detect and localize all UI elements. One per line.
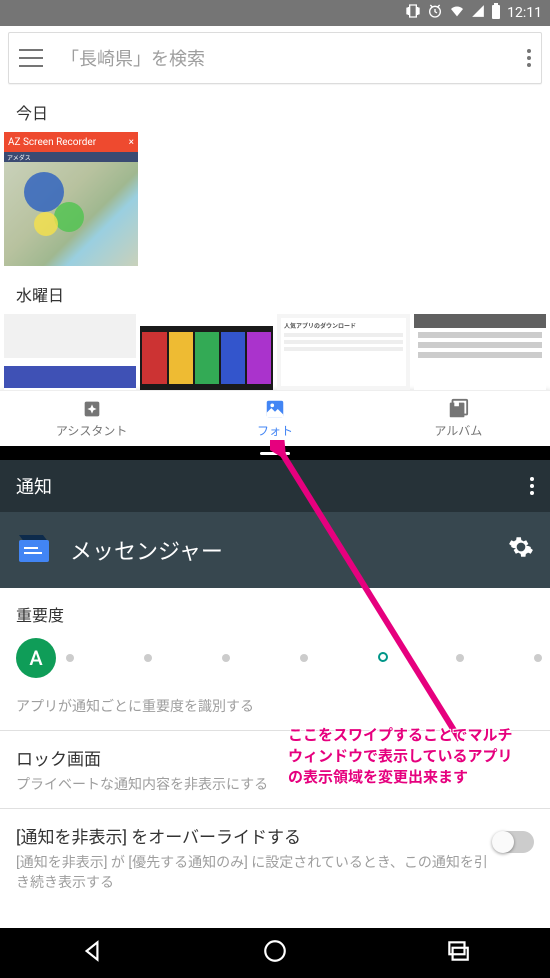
status-time: 12:11 xyxy=(507,5,542,21)
search-bar[interactable]: 「長崎県」を検索 xyxy=(8,32,542,84)
alarm-icon xyxy=(427,3,443,23)
bottom-nav: アシスタント フォト アルバム xyxy=(0,390,550,446)
menu-icon[interactable] xyxy=(19,49,43,67)
photo-thumb[interactable] xyxy=(140,314,272,390)
recents-button[interactable] xyxy=(445,938,471,968)
wifi-icon xyxy=(449,3,465,23)
az-sub: アメダス xyxy=(4,152,138,162)
override-title: [通知を非表示] をオーバーライドする xyxy=(16,823,494,848)
nav-assistant[interactable]: アシスタント xyxy=(0,391,183,446)
status-bar: 12:11 xyxy=(0,0,550,26)
battery-icon xyxy=(491,3,501,23)
toolbar-title: 通知 xyxy=(16,473,52,499)
gear-icon[interactable] xyxy=(508,534,534,566)
annotation-text: ここをスワイプすることでマルチ ウィンドウで表示しているアプリ の表示領域を変更… xyxy=(288,725,513,788)
more-icon[interactable] xyxy=(527,49,531,67)
system-nav xyxy=(0,928,550,978)
back-button[interactable] xyxy=(79,938,105,968)
override-switch[interactable] xyxy=(494,831,534,853)
nav-albums[interactable]: アルバム xyxy=(367,391,550,446)
messenger-icon xyxy=(16,532,52,568)
home-button[interactable] xyxy=(262,938,288,968)
more-icon[interactable] xyxy=(530,477,534,495)
section-today: 今日 xyxy=(16,100,550,124)
az-header: AZ Screen Recorder× xyxy=(4,132,138,152)
override-sub: [通知を非表示] が [優先する通知のみ] に設定されているとき、この通知を引き… xyxy=(16,852,494,892)
section-wednesday: 水曜日 xyxy=(16,282,550,306)
photo-thumb[interactable] xyxy=(4,314,136,390)
signal-icon xyxy=(471,4,485,22)
search-placeholder: 「長崎県」を検索 xyxy=(61,45,527,71)
sparkle-icon xyxy=(81,398,103,420)
app-name: メッセンジャー xyxy=(70,534,223,566)
override-section[interactable]: [通知を非表示] をオーバーライドする [通知を非表示] が [優先する通知のみ… xyxy=(0,809,550,906)
level-badge: A xyxy=(16,638,56,678)
photo-icon xyxy=(264,398,286,420)
photo-thumb[interactable]: 人気アプリのダウンロード xyxy=(277,314,410,390)
nav-photos[interactable]: フォト xyxy=(183,391,366,446)
photo-thumb[interactable]: AZ Screen Recorder× アメダス xyxy=(4,132,138,266)
vibrate-icon xyxy=(405,3,421,23)
annotation-arrow xyxy=(270,440,490,760)
photo-thumb[interactable] xyxy=(414,314,546,390)
album-icon xyxy=(447,398,469,420)
